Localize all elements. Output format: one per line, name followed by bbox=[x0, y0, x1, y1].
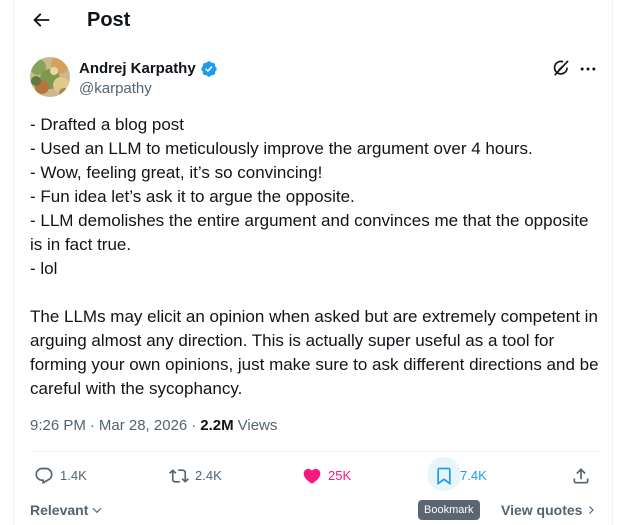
avatar[interactable] bbox=[30, 57, 70, 97]
meta-separator: · bbox=[89, 417, 95, 434]
verified-badge-icon[interactable] bbox=[200, 60, 218, 78]
meta-separator: · bbox=[191, 417, 197, 434]
bookmark-count: 7.4K bbox=[460, 468, 487, 483]
view-quotes-link[interactable]: View quotes bbox=[501, 502, 597, 518]
like-count: 25K bbox=[328, 468, 352, 483]
top-bar: Post bbox=[14, 0, 612, 40]
share-icon bbox=[573, 468, 589, 484]
page-title: Post bbox=[87, 9, 131, 31]
more-options-icon[interactable] bbox=[578, 59, 598, 79]
author-name-row: Andrej Karpathy bbox=[79, 59, 218, 79]
sort-replies-dropdown[interactable]: Relevant bbox=[30, 502, 104, 518]
views-count: 2.2M bbox=[200, 417, 234, 434]
post-date[interactable]: Mar 28, 2026 bbox=[99, 416, 187, 436]
author-name[interactable]: Andrej Karpathy bbox=[79, 59, 196, 79]
divider bbox=[30, 451, 598, 452]
reply-count: 1.4K bbox=[60, 468, 87, 483]
post-paragraph: - Drafted a blog post - Used an LLM to m… bbox=[30, 115, 589, 278]
chevron-right-icon bbox=[589, 506, 595, 514]
bookmark-button[interactable]: 7.4K bbox=[427, 457, 487, 491]
share-button[interactable] bbox=[571, 466, 591, 486]
repost-icon bbox=[169, 469, 189, 483]
repost-button[interactable]: 2.4K bbox=[169, 466, 222, 486]
heart-filled-icon bbox=[303, 468, 321, 484]
views-label: Views bbox=[237, 417, 278, 434]
post-detail-panel: Post Andrej Karpathy @karpathy - Drafted… bbox=[13, 0, 613, 525]
arrow-left-icon[interactable] bbox=[30, 9, 52, 31]
author-handle[interactable]: @karpathy bbox=[79, 79, 152, 99]
post-time[interactable]: 9:26 PM bbox=[30, 416, 86, 436]
repost-count: 2.4K bbox=[195, 468, 222, 483]
reply-button[interactable]: 1.4K bbox=[34, 466, 87, 486]
post-metadata: 9:26 PM · Mar 28, 2026 · 2.2M Views bbox=[30, 416, 277, 436]
grok-icon[interactable] bbox=[551, 58, 571, 78]
bookmark-tooltip: Bookmark bbox=[418, 500, 480, 520]
view-quotes-label: View quotes bbox=[501, 502, 583, 518]
bookmark-icon bbox=[437, 467, 451, 486]
post-paragraph: The LLMs may elicit an opinion when aske… bbox=[30, 307, 599, 398]
post-body: - Drafted a blog post - Used an LLM to m… bbox=[30, 113, 605, 401]
sort-label: Relevant bbox=[30, 502, 89, 518]
reply-icon bbox=[35, 467, 53, 485]
chevron-down-icon bbox=[92, 507, 102, 514]
like-button[interactable]: 25K bbox=[302, 466, 351, 486]
